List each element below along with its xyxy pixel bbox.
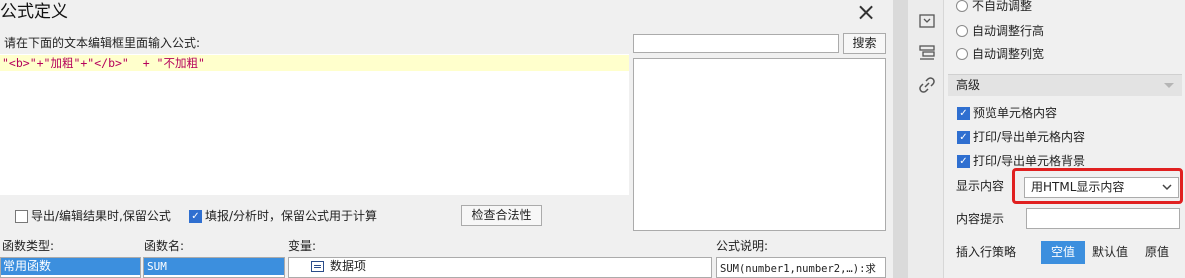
close-icon[interactable]: × [855, 0, 877, 24]
no-auto-adjust-radio[interactable] [956, 0, 968, 12]
show-content-label: 显示内容 [956, 179, 1005, 193]
print-export-content-label: 打印/导出单元格内容 [973, 130, 1086, 144]
highlight-box [1012, 168, 1183, 204]
insert-policy-label: 插入行策略 [956, 245, 1017, 259]
search-results-box[interactable] [633, 58, 886, 231]
checkmark-icon: ✓ [959, 156, 968, 167]
separator [893, 0, 908, 278]
list-icon [311, 261, 324, 272]
advanced-label: 高级 [956, 78, 981, 92]
content-tip-label: 内容提示 [956, 212, 1005, 226]
editor-instruction: 请在下面的文本编辑框里面输入公式: [4, 36, 201, 50]
fill-keep-formula-checkbox[interactable]: ✓ [189, 210, 202, 223]
search-button[interactable]: 搜索 [843, 33, 886, 54]
auto-row-height-radio[interactable] [956, 25, 968, 37]
checkmark-icon: ✓ [959, 108, 968, 119]
formula-editor[interactable] [0, 54, 629, 195]
no-auto-adjust-label: 不自动调整 [972, 0, 1033, 13]
variable-header: 变量: [288, 239, 317, 253]
preview-cell-content-label: 预览单元格内容 [973, 106, 1058, 120]
print-export-background-checkbox[interactable]: ✓ [957, 155, 970, 168]
fill-keep-formula-label: 填报/分析时，保留公式用于计算 [205, 209, 378, 223]
preview-cell-content-checkbox[interactable]: ✓ [957, 107, 970, 120]
export-keep-formula-label: 导出/编辑结果时,保留公式 [31, 209, 171, 223]
layout-icon[interactable] [917, 43, 937, 63]
description-text: SUM(number1,number2,…):求 [720, 263, 876, 275]
variable-item[interactable]: 数据项 [330, 258, 366, 274]
function-type-item-selected[interactable]: 常用函数 [1, 258, 140, 275]
content-tip-input[interactable] [1026, 208, 1180, 229]
function-type-header: 函数类型: [2, 239, 55, 253]
auto-column-width-label: 自动调整列宽 [972, 47, 1045, 61]
insert-policy-original-option[interactable]: 原值 [1135, 241, 1179, 264]
insert-policy-empty-option[interactable]: 空值 [1041, 241, 1085, 264]
search-input[interactable] [633, 34, 839, 53]
dialog-title: 公式定义 [0, 2, 68, 22]
formula-text[interactable]: "<b>"+"加粗"+"</b>" + "不加粗" [2, 55, 205, 71]
chevron-down-icon[interactable] [1164, 83, 1174, 88]
advanced-section-header[interactable] [948, 74, 1182, 96]
frame-icon[interactable] [917, 11, 937, 31]
auto-column-width-radio[interactable] [956, 48, 968, 60]
side-toolbar [908, 0, 944, 278]
insert-policy-default-option[interactable]: 默认值 [1087, 241, 1133, 264]
checkmark-icon: ✓ [191, 211, 200, 222]
auto-row-height-label: 自动调整行高 [972, 24, 1045, 38]
function-name-header: 函数名: [144, 239, 185, 253]
export-keep-formula-checkbox[interactable] [15, 210, 28, 223]
print-export-content-checkbox[interactable]: ✓ [957, 131, 970, 144]
function-name-item-selected[interactable]: SUM [144, 258, 284, 275]
checkmark-icon: ✓ [959, 132, 968, 143]
description-header: 公式说明: [716, 239, 769, 253]
link-icon[interactable] [917, 75, 937, 95]
check-validity-button[interactable]: 检查合法性 [461, 205, 542, 226]
